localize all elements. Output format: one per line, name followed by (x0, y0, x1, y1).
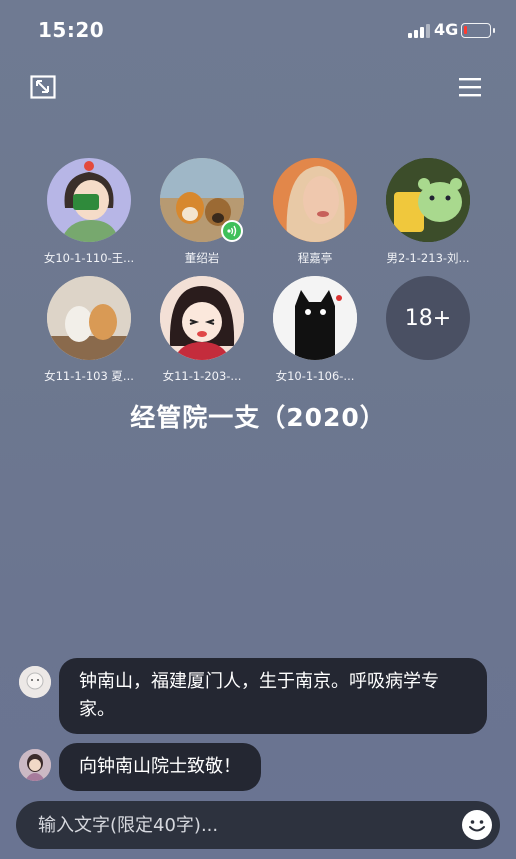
bear-drink-avatar (386, 158, 470, 242)
sender-avatar[interactable] (19, 666, 51, 698)
speaking-icon (221, 220, 243, 242)
menu-icon (459, 78, 481, 97)
signal-icon (408, 24, 430, 38)
member-item[interactable]: 女10-1-110-王... (34, 158, 144, 266)
member-name: 男2-1-213-刘... (386, 251, 470, 265)
member-item[interactable]: 女11-1-203-... (147, 276, 257, 384)
member-item[interactable]: 女11-1-103 夏... (34, 276, 144, 384)
network-type: 4G (434, 20, 459, 39)
member-name: 女10-1-110-王... (43, 251, 135, 265)
member-name: 女11-1-103 夏... (44, 369, 134, 383)
cartoon-girl-avatar (47, 158, 131, 242)
minimize-icon (30, 75, 56, 99)
member-name: 程嘉亭 (297, 251, 333, 265)
chat-message: 钟南山，福建厦门人，生于南京。呼吸病学专家。 (19, 658, 487, 734)
black-cat-avatar (273, 276, 357, 360)
room-title: 经管院一支（2020） (130, 403, 386, 432)
member-name: 女10-1-106-... (275, 369, 355, 383)
more-members-button[interactable]: 18+ (373, 276, 483, 360)
minimize-button[interactable] (30, 75, 56, 99)
menu-button[interactable] (458, 76, 482, 98)
member-item[interactable]: 女10-1-106-... (260, 276, 370, 384)
chat-input-bar (16, 801, 500, 849)
more-members-count: 18+ (386, 276, 470, 360)
anime-girl-avatar (160, 276, 244, 360)
status-time: 15:20 (38, 18, 105, 42)
emoji-icon (463, 811, 491, 839)
member-item[interactable]: 程嘉亭 (260, 158, 370, 266)
member-item[interactable]: 男2-1-213-刘... (373, 158, 483, 266)
member-name: 董绍岩 (184, 251, 220, 265)
chat-input[interactable] (38, 801, 438, 849)
battery-icon (461, 23, 495, 38)
chat-message: 向钟南山院士致敬！ (19, 743, 261, 791)
message-bubble: 钟南山，福建厦门人，生于南京。呼吸病学专家。 (59, 658, 487, 734)
message-bubble: 向钟南山院士致敬！ (59, 743, 261, 791)
sender-avatar[interactable] (19, 749, 51, 781)
status-bar: 15:20 4G (0, 0, 516, 60)
emoji-button[interactable] (462, 810, 492, 840)
portrait-photo-avatar (273, 158, 357, 242)
cats-photo-avatar (47, 276, 131, 360)
member-name: 女11-1-203-... (162, 369, 242, 383)
member-item[interactable]: 董绍岩 (147, 158, 257, 266)
